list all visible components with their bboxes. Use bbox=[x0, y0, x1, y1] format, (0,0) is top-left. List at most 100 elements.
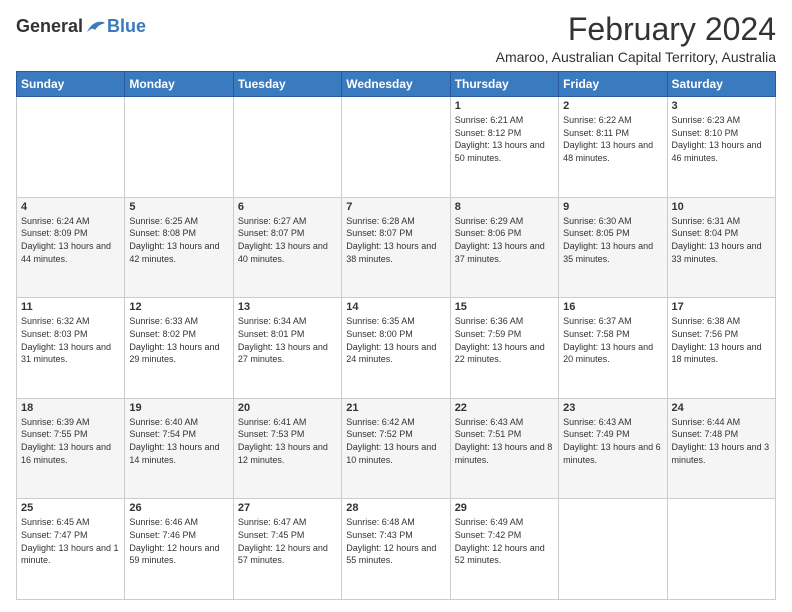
day-info: Sunrise: 6:21 AM Sunset: 8:12 PM Dayligh… bbox=[455, 114, 554, 164]
table-row bbox=[17, 97, 125, 198]
day-number: 14 bbox=[346, 301, 445, 313]
day-number: 16 bbox=[563, 301, 662, 313]
day-info: Sunrise: 6:43 AM Sunset: 7:51 PM Dayligh… bbox=[455, 416, 554, 466]
table-row: 29Sunrise: 6:49 AM Sunset: 7:42 PM Dayli… bbox=[450, 499, 558, 600]
col-saturday: Saturday bbox=[667, 72, 775, 97]
col-tuesday: Tuesday bbox=[233, 72, 341, 97]
day-info: Sunrise: 6:23 AM Sunset: 8:10 PM Dayligh… bbox=[672, 114, 771, 164]
table-row: 5Sunrise: 6:25 AM Sunset: 8:08 PM Daylig… bbox=[125, 197, 233, 298]
day-info: Sunrise: 6:43 AM Sunset: 7:49 PM Dayligh… bbox=[563, 416, 662, 466]
table-row: 13 Sunrise: 6:34 AM Sunset: 8:01 PM Dayli… bbox=[233, 298, 341, 399]
table-row: 9 Sunrise: 6:30 AM Sunset: 8:05 PM Daylig… bbox=[559, 197, 667, 298]
table-row: 20 Sunrise: 6:41 AM Sunset: 7:53 PM Dayli… bbox=[233, 398, 341, 499]
calendar-week-row: 18 Sunrise: 6:39 AM Sunset: 7:55 PM Dayli… bbox=[17, 398, 776, 499]
day-number: 8 bbox=[455, 201, 554, 213]
day-info: Sunrise: 6:38 AM Sunset: 7:56 PM Dayligh… bbox=[672, 315, 771, 365]
table-row: 18 Sunrise: 6:39 AM Sunset: 7:55 PM Dayli… bbox=[17, 398, 125, 499]
day-number: 4 bbox=[21, 201, 120, 213]
table-row: 21Sunrise: 6:42 AM Sunset: 7:52 PM Dayli… bbox=[342, 398, 450, 499]
day-number: 17 bbox=[672, 301, 771, 313]
day-info: Sunrise: 6:28 AM Sunset: 8:07 PM Dayligh… bbox=[346, 215, 445, 265]
table-row: 26 Sunrise: 6:46 AM Sunset: 7:46 PM Dayli… bbox=[125, 499, 233, 600]
logo-blue: Blue bbox=[107, 16, 146, 37]
day-number: 13 bbox=[238, 301, 337, 313]
day-info: Sunrise: 6:41 AM Sunset: 7:53 PM Dayligh… bbox=[238, 416, 337, 466]
day-info: Sunrise: 6:27 AM Sunset: 8:07 PM Dayligh… bbox=[238, 215, 337, 265]
calendar-week-row: 25 Sunrise: 6:45 AM Sunset: 7:47 PM Dayli… bbox=[17, 499, 776, 600]
day-number: 20 bbox=[238, 402, 337, 414]
table-row: 10Sunrise: 6:31 AM Sunset: 8:04 PM Dayli… bbox=[667, 197, 775, 298]
logo-general: General bbox=[16, 16, 83, 37]
day-number: 24 bbox=[672, 402, 771, 414]
title-area: February 2024 Amaroo, Australian Capital… bbox=[496, 12, 776, 65]
table-row: 2 Sunrise: 6:22 AM Sunset: 8:11 PM Daylig… bbox=[559, 97, 667, 198]
table-row: 7 Sunrise: 6:28 AM Sunset: 8:07 PM Daylig… bbox=[342, 197, 450, 298]
day-info: Sunrise: 6:36 AM Sunset: 7:59 PM Dayligh… bbox=[455, 315, 554, 365]
day-info: Sunrise: 6:34 AM Sunset: 8:01 PM Dayligh… bbox=[238, 315, 337, 365]
day-number: 15 bbox=[455, 301, 554, 313]
day-info: Sunrise: 6:29 AM Sunset: 8:06 PM Dayligh… bbox=[455, 215, 554, 265]
day-number: 1 bbox=[455, 100, 554, 112]
day-number: 27 bbox=[238, 502, 337, 514]
table-row: 6 Sunrise: 6:27 AM Sunset: 8:07 PM Daylig… bbox=[233, 197, 341, 298]
col-friday: Friday bbox=[559, 72, 667, 97]
logo-bird-icon bbox=[85, 18, 107, 36]
logo: General Blue bbox=[16, 16, 146, 37]
col-sunday: Sunday bbox=[17, 72, 125, 97]
col-thursday: Thursday bbox=[450, 72, 558, 97]
table-row: 25 Sunrise: 6:45 AM Sunset: 7:47 PM Dayli… bbox=[17, 499, 125, 600]
header: General Blue February 2024 Amaroo, Austr… bbox=[16, 12, 776, 65]
day-info: Sunrise: 6:37 AM Sunset: 7:58 PM Dayligh… bbox=[563, 315, 662, 365]
table-row bbox=[667, 499, 775, 600]
day-info: Sunrise: 6:42 AM Sunset: 7:52 PM Dayligh… bbox=[346, 416, 445, 466]
day-number: 26 bbox=[129, 502, 228, 514]
table-row: 27 Sunrise: 6:47 AM Sunset: 7:45 PM Dayli… bbox=[233, 499, 341, 600]
day-number: 12 bbox=[129, 301, 228, 313]
day-number: 9 bbox=[563, 201, 662, 213]
day-number: 19 bbox=[129, 402, 228, 414]
table-row bbox=[342, 97, 450, 198]
table-row bbox=[125, 97, 233, 198]
day-number: 25 bbox=[21, 502, 120, 514]
calendar: Sunday Monday Tuesday Wednesday Thursday… bbox=[16, 71, 776, 600]
col-monday: Monday bbox=[125, 72, 233, 97]
day-info: Sunrise: 6:25 AM Sunset: 8:08 PM Dayligh… bbox=[129, 215, 228, 265]
day-number: 7 bbox=[346, 201, 445, 213]
main-title: February 2024 bbox=[496, 12, 776, 47]
day-info: Sunrise: 6:35 AM Sunset: 8:00 PM Dayligh… bbox=[346, 315, 445, 365]
col-wednesday: Wednesday bbox=[342, 72, 450, 97]
table-row: 17 Sunrise: 6:38 AM Sunset: 7:56 PM Dayli… bbox=[667, 298, 775, 399]
day-number: 28 bbox=[346, 502, 445, 514]
table-row bbox=[559, 499, 667, 600]
table-row: 28Sunrise: 6:48 AM Sunset: 7:43 PM Dayli… bbox=[342, 499, 450, 600]
table-row: 15 Sunrise: 6:36 AM Sunset: 7:59 PM Dayli… bbox=[450, 298, 558, 399]
table-row: 4 Sunrise: 6:24 AM Sunset: 8:09 PM Daylig… bbox=[17, 197, 125, 298]
day-info: Sunrise: 6:30 AM Sunset: 8:05 PM Dayligh… bbox=[563, 215, 662, 265]
day-number: 18 bbox=[21, 402, 120, 414]
day-info: Sunrise: 6:39 AM Sunset: 7:55 PM Dayligh… bbox=[21, 416, 120, 466]
table-row bbox=[233, 97, 341, 198]
day-number: 2 bbox=[563, 100, 662, 112]
table-row: 12 Sunrise: 6:33 AM Sunset: 8:02 PM Dayli… bbox=[125, 298, 233, 399]
day-info: Sunrise: 6:44 AM Sunset: 7:48 PM Dayligh… bbox=[672, 416, 771, 466]
day-info: Sunrise: 6:46 AM Sunset: 7:46 PM Dayligh… bbox=[129, 516, 228, 566]
calendar-header-row: Sunday Monday Tuesday Wednesday Thursday… bbox=[17, 72, 776, 97]
table-row: 19 Sunrise: 6:40 AM Sunset: 7:54 PM Dayli… bbox=[125, 398, 233, 499]
day-info: Sunrise: 6:47 AM Sunset: 7:45 PM Dayligh… bbox=[238, 516, 337, 566]
day-number: 3 bbox=[672, 100, 771, 112]
day-number: 22 bbox=[455, 402, 554, 414]
table-row: 3 Sunrise: 6:23 AM Sunset: 8:10 PM Daylig… bbox=[667, 97, 775, 198]
day-info: Sunrise: 6:49 AM Sunset: 7:42 PM Dayligh… bbox=[455, 516, 554, 566]
day-number: 6 bbox=[238, 201, 337, 213]
table-row: 24 Sunrise: 6:44 AM Sunset: 7:48 PM Dayli… bbox=[667, 398, 775, 499]
day-info: Sunrise: 6:24 AM Sunset: 8:09 PM Dayligh… bbox=[21, 215, 120, 265]
calendar-week-row: 11Sunrise: 6:32 AM Sunset: 8:03 PM Dayli… bbox=[17, 298, 776, 399]
day-info: Sunrise: 6:22 AM Sunset: 8:11 PM Dayligh… bbox=[563, 114, 662, 164]
day-info: Sunrise: 6:33 AM Sunset: 8:02 PM Dayligh… bbox=[129, 315, 228, 365]
subtitle: Amaroo, Australian Capital Territory, Au… bbox=[496, 49, 776, 65]
table-row: 22 Sunrise: 6:43 AM Sunset: 7:51 PM Dayli… bbox=[450, 398, 558, 499]
page: General Blue February 2024 Amaroo, Austr… bbox=[0, 0, 792, 612]
day-info: Sunrise: 6:45 AM Sunset: 7:47 PM Dayligh… bbox=[21, 516, 120, 566]
calendar-week-row: 1 Sunrise: 6:21 AM Sunset: 8:12 PM Daylig… bbox=[17, 97, 776, 198]
day-info: Sunrise: 6:40 AM Sunset: 7:54 PM Dayligh… bbox=[129, 416, 228, 466]
